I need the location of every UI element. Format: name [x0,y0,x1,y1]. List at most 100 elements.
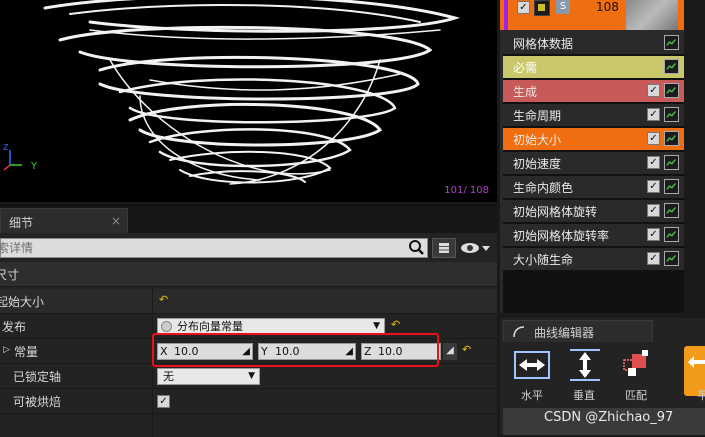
module-item-label: 初始网格体旋转率 [513,229,610,243]
visibility-options-button[interactable] [460,238,494,258]
search-input[interactable]: 索详情 [0,238,428,258]
locked-axis-value: 无 [163,370,174,383]
details-tab-bar: 细节 × [0,206,497,233]
fit-horizontal-label: 水平 [521,389,543,402]
svg-text:Z: Z [3,143,9,152]
flatten-label: 平 [697,389,705,402]
module-enable-checkbox[interactable]: ✓ [647,228,660,241]
emitter-count: 108 [596,0,619,14]
highlight-annotation [152,333,439,367]
module-item-label: 初始速度 [513,157,562,171]
tab-curve-editor[interactable]: 曲线编辑器 [503,320,653,342]
particle-viewport[interactable]: Z Y 101/ 108 [0,0,497,202]
property-label: 可被烘焙 [13,395,62,409]
fit-vertical-icon[interactable] [566,346,604,384]
emitter-thumbnail [626,0,678,30]
search-icon[interactable] [406,238,426,258]
property-row: 已锁定轴 无 ▼ [0,364,497,389]
column-divider [152,289,153,314]
module-item[interactable]: 大小随生命 ✓ [503,248,684,270]
grid-view-button[interactable] [432,238,456,258]
empty-row [0,414,497,437]
module-item[interactable]: 初始网格体旋转率 ✓ [503,224,684,246]
module-item-label: 生命内颜色 [513,181,574,195]
graph-icon[interactable] [664,155,679,170]
flatten-icon [688,356,705,368]
module-name-label: 起始大小 [0,295,45,309]
section-header[interactable]: 尺寸 [0,262,497,287]
watermark: CSDN @Zhichao_97 [544,410,674,425]
emitter-header[interactable]: ✓ S 108 [500,0,684,30]
emitter-enable-checkbox[interactable]: ✓ [517,1,530,14]
column-divider [152,414,153,437]
module-item-label: 必需 [513,61,538,75]
grid-icon [439,243,449,253]
property-row: 可被烘焙 ✓ [0,389,497,414]
particle-swirl: Z Y [3,0,461,185]
module-item-label: 初始网格体旋转 [513,205,598,219]
column-divider [152,389,153,414]
graph-icon[interactable] [664,203,679,218]
tab-details[interactable]: 细节 × [0,208,128,233]
module-row: 起始大小 ↶ [0,289,497,314]
module-enable-checkbox[interactable]: ✓ [647,252,660,265]
reset-icon[interactable]: ↶ [462,343,471,356]
chevron-down-icon: ▼ [248,371,255,381]
fit-match-icon[interactable] [618,346,656,384]
details-tab-label: 细节 [9,216,34,230]
property-label: 常量 [14,345,39,359]
graph-icon[interactable] [664,35,679,50]
graph-icon[interactable] [664,59,679,74]
fit-horizontal-icon[interactable] [513,346,551,384]
curve-icon [513,326,525,338]
drag-handle-icon[interactable]: ◢ [443,343,457,360]
graph-icon[interactable] [664,251,679,266]
module-enable-checkbox[interactable]: ✓ [647,108,660,121]
module-item[interactable]: 初始速度 ✓ [503,152,684,174]
s-icon[interactable]: S [556,0,570,14]
property-label: 发布 [2,320,27,334]
curve-tab-label: 曲线编辑器 [534,326,595,340]
fit-vertical-label: 垂直 [573,389,595,402]
module-enable-checkbox[interactable]: ✓ [647,180,660,193]
property-label: 已锁定轴 [13,370,62,384]
expand-arrow-icon[interactable]: ▷ [3,345,10,355]
module-item[interactable]: 生命内颜色 ✓ [503,176,684,198]
reset-icon[interactable]: ↶ [391,318,400,331]
column-divider [152,364,153,389]
bakeable-checkbox[interactable]: ✓ [157,395,170,408]
search-row: 索详情 [0,236,497,260]
module-item[interactable]: 初始网格体旋转 ✓ [503,200,684,222]
chevron-down-icon: ▼ [373,321,380,331]
graph-icon[interactable] [664,179,679,194]
distribution-icon [161,321,172,332]
locked-axis-dropdown[interactable]: 无 ▼ [157,368,260,385]
module-item-label: 大小随生命 [513,253,574,267]
graph-icon[interactable] [664,83,679,98]
details-panel: 细节 × 索详情 尺寸 起始大小 ↶ 发布 分布向量常量 ▼ ↶ ▷ 常量 X … [0,204,497,437]
solo-icon[interactable] [534,0,550,16]
emitter-color-strip [504,0,508,30]
eye-icon [461,243,490,253]
section-label: 尺寸 [0,268,20,282]
close-icon[interactable]: × [111,214,121,228]
module-enable-checkbox[interactable]: ✓ [647,156,660,169]
module-item[interactable]: 必需 [503,56,684,78]
module-item[interactable]: 初始大小 ✓ [503,128,684,150]
module-item[interactable]: 生成 ✓ [503,80,684,102]
module-item[interactable]: 网格体数据 [503,32,684,54]
module-enable-checkbox[interactable]: ✓ [647,204,660,217]
fit-match-label: 匹配 [625,389,647,402]
particle-count: 101/ 108 [444,185,489,196]
module-enable-checkbox[interactable]: ✓ [647,84,660,97]
module-enable-checkbox[interactable]: ✓ [647,132,660,145]
graph-icon[interactable] [664,131,679,146]
axis-y-label: Y [30,161,38,172]
reset-icon[interactable]: ↶ [159,293,168,306]
module-item-label: 生成 [513,85,538,99]
module-item-label: 生命周期 [513,109,562,123]
module-item[interactable]: 生命周期 ✓ [503,104,684,126]
graph-icon[interactable] [664,107,679,122]
graph-icon[interactable] [664,227,679,242]
module-item-label: 初始大小 [513,133,562,147]
